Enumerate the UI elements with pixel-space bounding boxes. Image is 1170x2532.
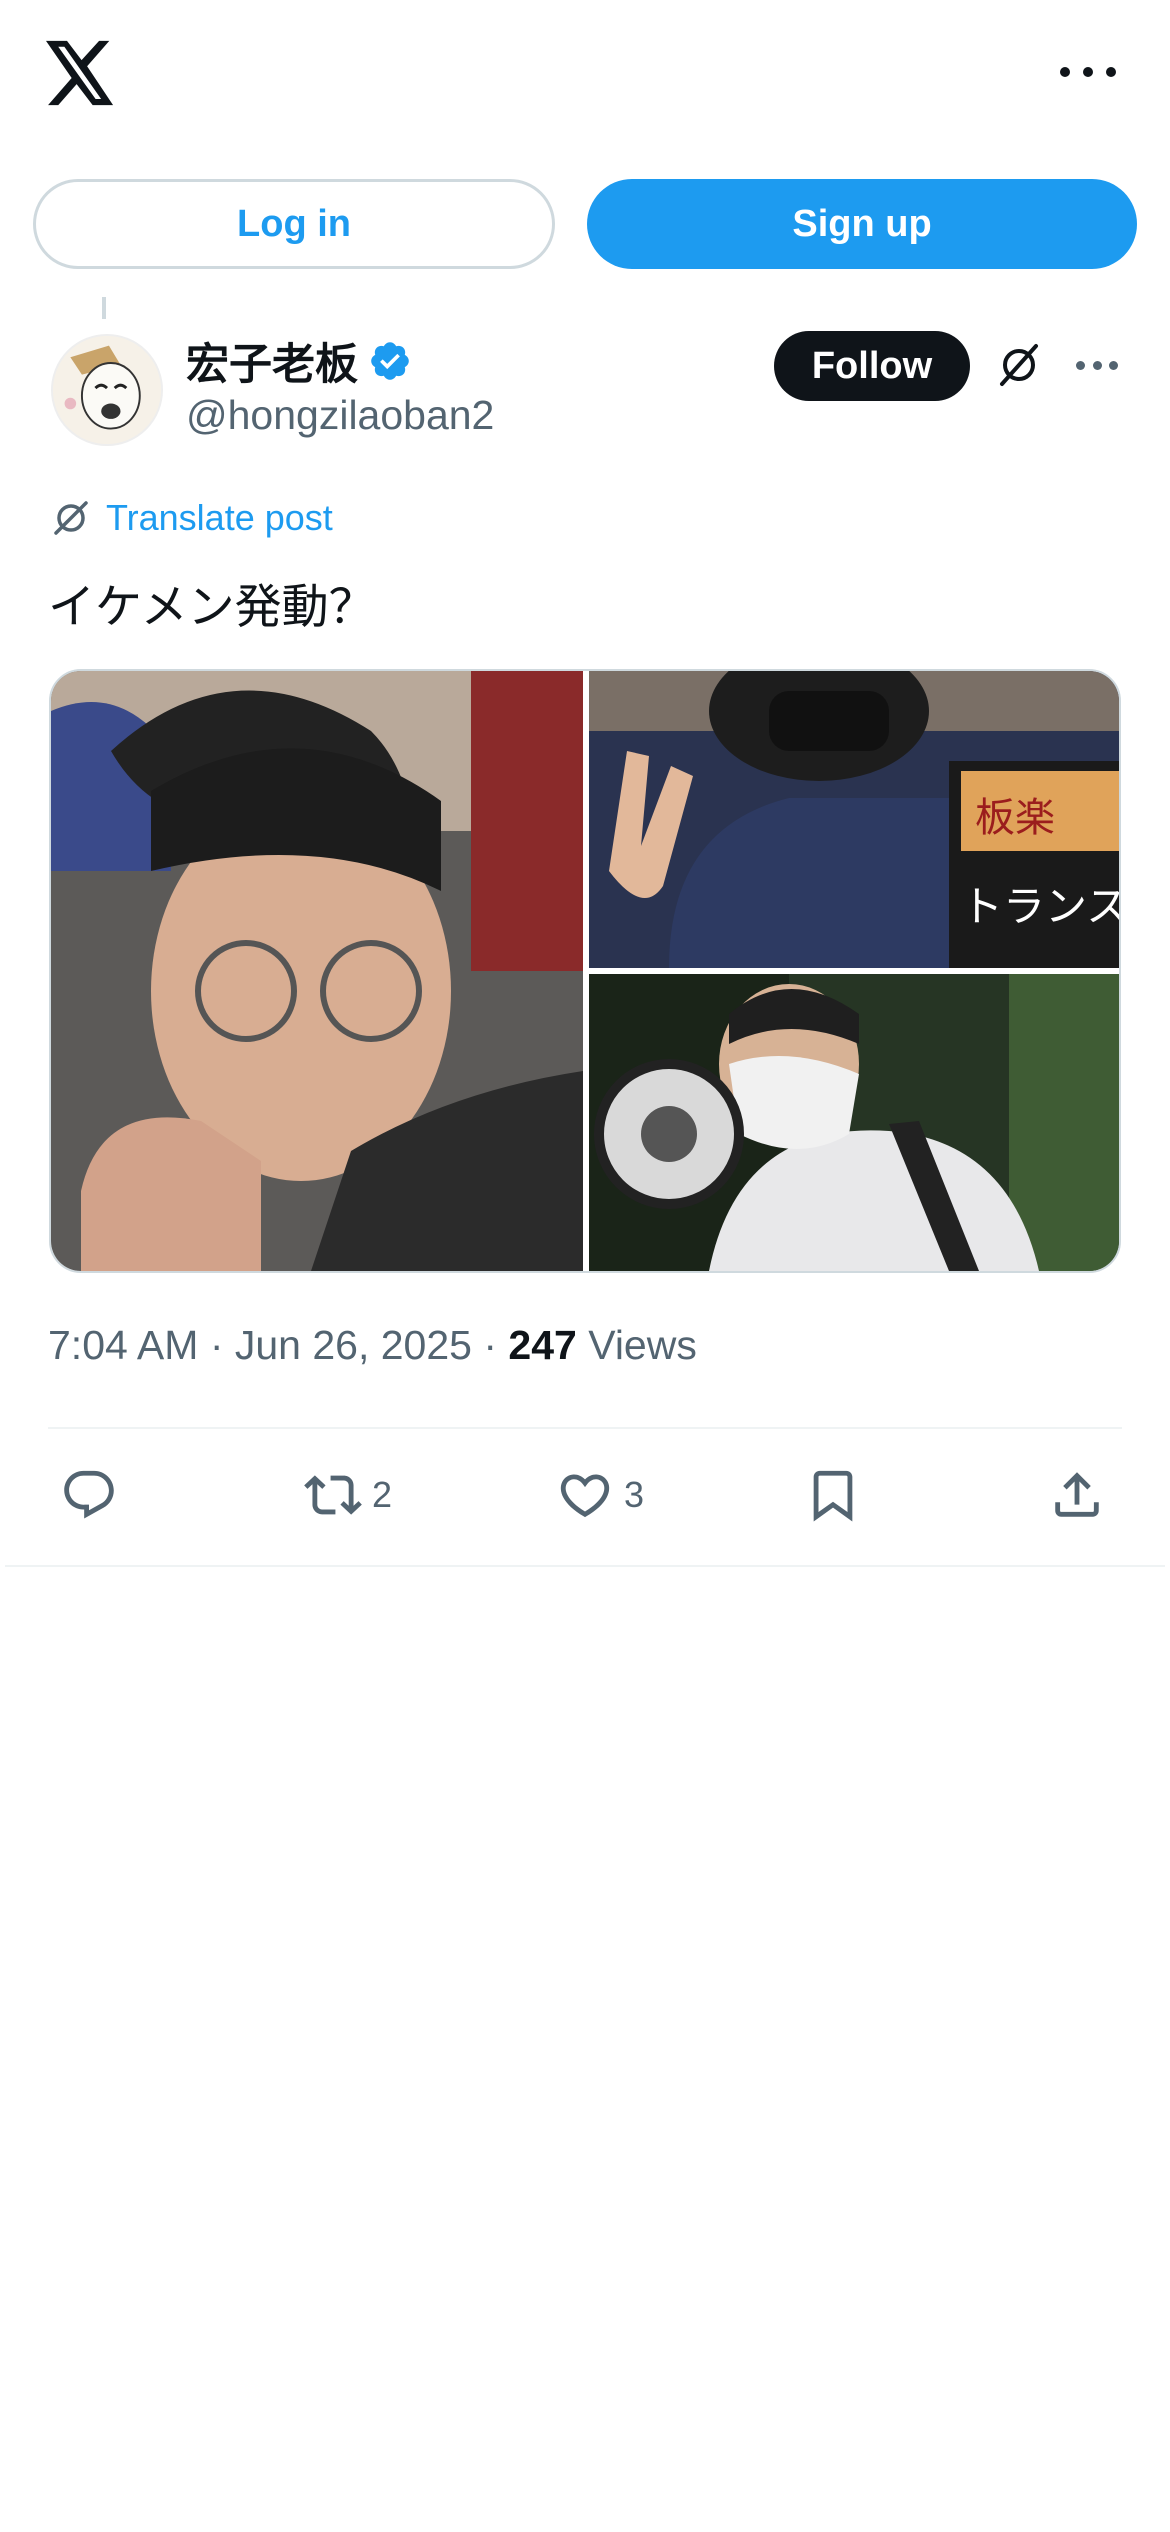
- share-button[interactable]: [1048, 1466, 1106, 1524]
- post-text: イケメン発動？: [48, 580, 376, 635]
- reply-button[interactable]: [60, 1466, 128, 1524]
- signup-button[interactable]: Sign up: [587, 179, 1137, 269]
- views-count: 247: [508, 1322, 577, 1368]
- translate-post-link[interactable]: Translate post: [106, 497, 333, 539]
- more-options-icon[interactable]: [1076, 358, 1118, 372]
- svg-text:トランス: トランス: [961, 882, 1121, 931]
- views-label: Views: [588, 1322, 697, 1368]
- author-handle[interactable]: @hongzilaoban2: [186, 392, 494, 439]
- thread-line: [102, 297, 106, 319]
- more-horizontal-icon[interactable]: [1060, 52, 1116, 92]
- media-grid[interactable]: 板楽 トランス: [49, 669, 1121, 1273]
- author-name-row[interactable]: 宏子老板: [186, 330, 412, 392]
- repost-button[interactable]: 2: [304, 1466, 392, 1524]
- like-button[interactable]: 3: [556, 1466, 644, 1524]
- divider: [5, 1565, 1165, 1567]
- repost-icon: [304, 1475, 362, 1515]
- media-image-3[interactable]: [589, 974, 1119, 1271]
- reply-icon: [64, 1470, 114, 1519]
- avatar[interactable]: [51, 334, 163, 446]
- svg-text:板楽: 板楽: [975, 795, 1055, 841]
- translate-icon: [50, 497, 92, 539]
- bookmark-icon: [813, 1470, 853, 1522]
- divider: [48, 1427, 1122, 1429]
- like-count: 3: [624, 1474, 645, 1515]
- repost-count: 2: [372, 1474, 393, 1515]
- x-logo-icon[interactable]: [46, 40, 116, 106]
- verified-badge-icon: [371, 342, 409, 380]
- login-button[interactable]: Log in: [33, 179, 555, 269]
- grok-icon[interactable]: [994, 340, 1044, 390]
- follow-button[interactable]: Follow: [774, 331, 970, 401]
- author-name[interactable]: 宏子老板: [186, 330, 358, 392]
- share-icon: [1055, 1472, 1099, 1517]
- heart-icon: [560, 1474, 610, 1518]
- post-meta: 7:04 AM · Jun 26, 2025 · 247 Views: [48, 1322, 697, 1369]
- media-image-2[interactable]: 板楽 トランス: [589, 671, 1121, 968]
- bookmark-button[interactable]: [804, 1466, 872, 1524]
- post-timestamp[interactable]: 7:04 AM · Jun 26, 2025 ·: [48, 1322, 508, 1368]
- media-image-1[interactable]: [51, 671, 583, 1271]
